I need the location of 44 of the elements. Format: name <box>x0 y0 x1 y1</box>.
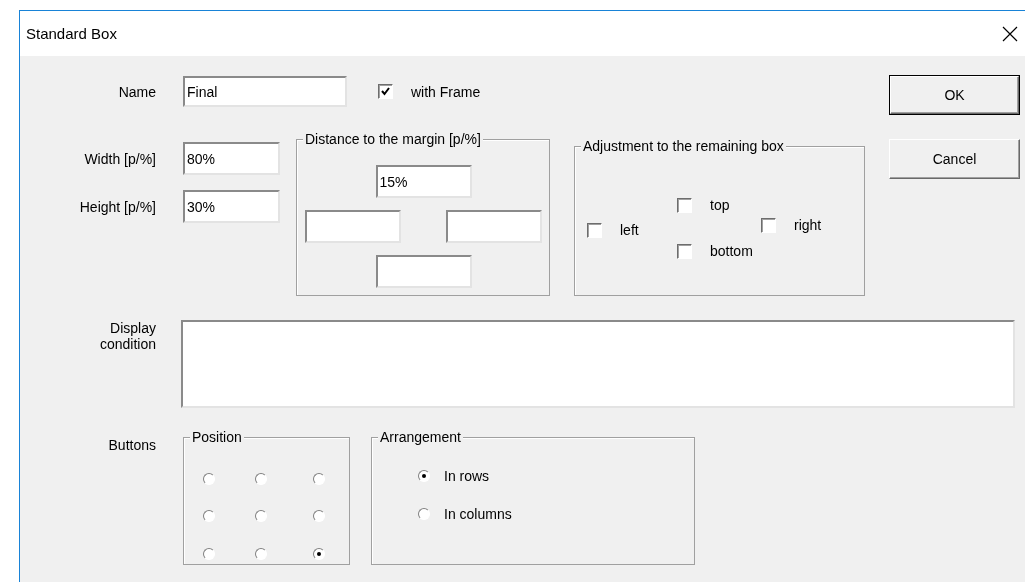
group-title: Distance to the margin [p/%] <box>303 131 483 147</box>
radio-label: In rows <box>444 468 490 484</box>
checkbox[interactable] <box>761 217 776 233</box>
checkbox-label: right <box>794 217 822 233</box>
radio-button[interactable] <box>418 470 430 482</box>
group-title: Position <box>190 429 244 445</box>
checkbox-label: with Frame <box>411 83 481 100</box>
radio-button[interactable] <box>313 472 325 485</box>
name-label: Name <box>117 83 156 100</box>
field-label: Height [p/%] <box>78 198 156 215</box>
checkbox[interactable] <box>587 222 602 238</box>
checkbox[interactable] <box>677 197 692 213</box>
checkbox-label: top <box>710 197 730 213</box>
cancel-button[interactable]: Cancel <box>889 139 1020 179</box>
radio-button[interactable] <box>255 472 267 485</box>
checkbox-label: bottom <box>710 243 753 259</box>
input-field[interactable]: 15% <box>375 165 472 198</box>
radio-button[interactable] <box>313 510 325 522</box>
checkbox[interactable] <box>677 243 692 259</box>
radio-button[interactable] <box>203 510 215 522</box>
radio-button[interactable] <box>203 472 215 485</box>
input-field[interactable]: 30% <box>183 190 280 223</box>
condition-field[interactable] <box>181 320 1015 408</box>
with-frame-checkbox[interactable] <box>378 84 393 99</box>
radio-button[interactable] <box>313 547 325 560</box>
field-label: Display condition <box>98 320 156 354</box>
radio-label: In columns <box>444 506 512 522</box>
section-label: Buttons <box>107 437 156 455</box>
input-field[interactable] <box>446 210 542 243</box>
group-title: Adjustment to the remaining box <box>581 138 786 154</box>
field-label: Width [p/%] <box>83 150 156 167</box>
radio-button[interactable] <box>203 547 215 560</box>
input-field[interactable]: 80% <box>183 142 280 175</box>
input-field[interactable] <box>375 255 472 288</box>
radio-button[interactable] <box>255 547 267 560</box>
name-field[interactable]: Final <box>183 76 347 107</box>
group-title: Arrangement <box>378 429 463 445</box>
input-field[interactable] <box>305 210 401 243</box>
radio-button[interactable] <box>255 510 267 522</box>
close-icon[interactable] <box>1002 25 1018 42</box>
radio-button[interactable] <box>418 508 430 520</box>
checkbox-label: left <box>620 222 639 238</box>
ok-button[interactable]: OK <box>889 75 1020 115</box>
window-title: Standard Box <box>26 25 117 42</box>
